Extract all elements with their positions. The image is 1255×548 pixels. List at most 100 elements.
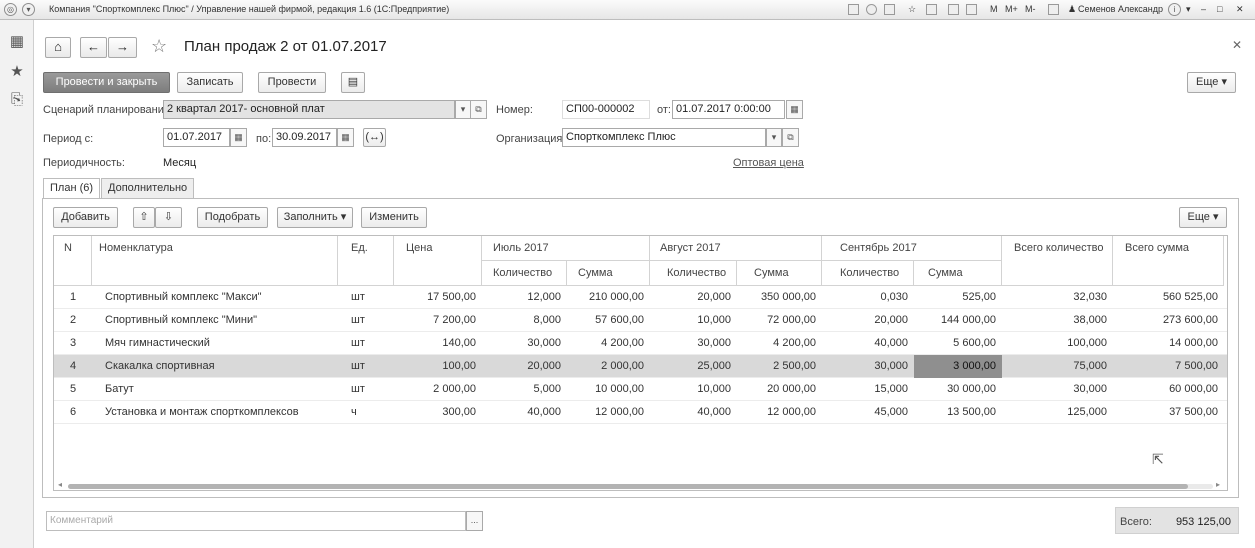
cell-sep-s[interactable]: 30 000,00 xyxy=(914,378,1002,401)
col-header-september-sum[interactable]: Сумма xyxy=(914,261,1002,286)
table-row[interactable]: 6 Установка и монтаж спорткомплексов ч 300,… xyxy=(54,401,1227,424)
cell-sep-q[interactable]: 15,000 xyxy=(822,378,914,401)
cell-jul-s[interactable]: 57 600,00 xyxy=(567,309,650,332)
cell-tot-q[interactable]: 100,000 xyxy=(1002,332,1113,355)
cell-sep-q[interactable]: 30,000 xyxy=(822,355,914,378)
col-header-august-qty[interactable]: Количество xyxy=(650,261,737,286)
save-button[interactable]: Записать xyxy=(177,72,243,93)
panel-toggle-icon[interactable] xyxy=(1048,4,1059,15)
forward-button[interactable]: → xyxy=(108,37,137,58)
cell-sep-q[interactable]: 20,000 xyxy=(822,309,914,332)
period-from-field[interactable]: 01.07.2017 xyxy=(163,128,230,147)
scenario-dropdown-button[interactable]: ▾ xyxy=(455,100,471,119)
cell-tot-q[interactable]: 32,030 xyxy=(1002,286,1113,309)
cell-aug-q[interactable]: 25,000 xyxy=(650,355,737,378)
apps-grid-icon[interactable]: ▦ xyxy=(9,34,25,50)
chevron-down-icon[interactable]: ▾ xyxy=(1186,4,1191,15)
more-button[interactable]: Еще ▾ xyxy=(1187,72,1236,93)
cell-jul-s[interactable]: 4 200,00 xyxy=(567,332,650,355)
favorites-icon[interactable]: ★ xyxy=(9,64,25,80)
tab-additional[interactable]: Дополнительно xyxy=(101,178,195,198)
table-more-button[interactable]: Еще ▾ xyxy=(1179,207,1227,228)
tab-plan[interactable]: План (6) xyxy=(43,178,101,199)
col-header-august[interactable]: Август 2017 xyxy=(650,236,822,261)
maximize-icon[interactable]: □ xyxy=(1217,4,1222,14)
organization-field[interactable]: Спорткомплекс Плюс xyxy=(562,128,766,147)
cell-tot-s[interactable]: 273 600,00 xyxy=(1113,309,1224,332)
cell-tot-s[interactable]: 14 000,00 xyxy=(1113,332,1224,355)
cell-aug-s[interactable]: 4 200,00 xyxy=(737,332,822,355)
comment-expand-button[interactable]: ... xyxy=(466,511,483,531)
favorite-star-icon[interactable]: ☆ xyxy=(151,36,167,57)
cell-tot-s[interactable]: 560 525,00 xyxy=(1113,286,1224,309)
scroll-left-icon[interactable]: ◂ xyxy=(58,480,62,489)
col-header-september[interactable]: Сентябрь 2017 xyxy=(822,236,1002,261)
comment-input[interactable]: Комментарий xyxy=(46,511,466,531)
cell-item[interactable]: Батут xyxy=(92,378,338,401)
cell-item[interactable]: Мяч гимнастический xyxy=(92,332,338,355)
scenario-field[interactable]: 2 квартал 2017- основной плат xyxy=(163,100,455,119)
cell-tot-q[interactable]: 30,000 xyxy=(1002,378,1113,401)
cell-jul-q[interactable]: 40,000 xyxy=(482,401,567,424)
scroll-right-icon[interactable]: ▸ xyxy=(1216,480,1220,489)
col-header-july[interactable]: Июль 2017 xyxy=(482,236,650,261)
memory-m-button[interactable]: M xyxy=(990,4,998,14)
col-header-july-sum[interactable]: Сумма xyxy=(567,261,650,286)
cell-sep-q[interactable]: 40,000 xyxy=(822,332,914,355)
cell-aug-s[interactable]: 350 000,00 xyxy=(737,286,822,309)
cell-jul-q[interactable]: 8,000 xyxy=(482,309,567,332)
table-row[interactable]: 4 Скакалка спортивная шт 100,00 20,000 2 000,… xyxy=(54,355,1227,378)
cell-n[interactable]: 3 xyxy=(54,332,92,355)
cell-aug-q[interactable]: 30,000 xyxy=(650,332,737,355)
cell-aug-q[interactable]: 20,000 xyxy=(650,286,737,309)
move-up-button[interactable]: ⇧ xyxy=(133,207,155,228)
change-button[interactable]: Изменить xyxy=(361,207,427,228)
scenario-open-button[interactable]: ⧉ xyxy=(470,100,487,119)
link-icon[interactable] xyxy=(884,4,895,15)
col-header-total-sum[interactable]: Всего сумма xyxy=(1113,236,1224,286)
horizontal-scrollbar[interactable]: ◂ ▸ xyxy=(58,480,1223,490)
cell-price[interactable]: 17 500,00 xyxy=(394,286,482,309)
cell-aug-s[interactable]: 12 000,00 xyxy=(737,401,822,424)
window-close-icon[interactable]: ✕ xyxy=(1236,4,1244,15)
cell-unit[interactable]: ч xyxy=(338,401,394,424)
col-header-total-qty[interactable]: Всего количество xyxy=(1002,236,1113,286)
post-and-close-button[interactable]: Провести и закрыть xyxy=(43,72,170,93)
cell-item[interactable]: Скакалка спортивная xyxy=(92,355,338,378)
col-header-price[interactable]: Цена xyxy=(394,236,482,286)
cell-n[interactable]: 6 xyxy=(54,401,92,424)
period-to-calendar-button[interactable]: ▦ xyxy=(337,128,354,147)
cell-tot-s[interactable]: 7 500,00 xyxy=(1113,355,1224,378)
cell-jul-q[interactable]: 30,000 xyxy=(482,332,567,355)
number-field[interactable]: СП00-000002 xyxy=(562,100,650,119)
cell-jul-q[interactable]: 12,000 xyxy=(482,286,567,309)
table-row[interactable]: 1 Спортивный комплекс "Макси" шт 17 500,00 1… xyxy=(54,286,1227,309)
cell-tot-q[interactable]: 125,000 xyxy=(1002,401,1113,424)
cell-aug-q[interactable]: 10,000 xyxy=(650,309,737,332)
cell-sep-q[interactable]: 45,000 xyxy=(822,401,914,424)
fill-button[interactable]: Заполнить ▾ xyxy=(277,207,353,228)
table-row[interactable]: 3 Мяч гимнастический шт 140,00 30,000 4 200,0… xyxy=(54,332,1227,355)
col-header-september-qty[interactable]: Количество xyxy=(822,261,914,286)
cell-n[interactable]: 5 xyxy=(54,378,92,401)
cell-item[interactable]: Установка и монтаж спорткомплексов xyxy=(92,401,338,424)
cell-sep-q[interactable]: 0,030 xyxy=(822,286,914,309)
history-icon[interactable] xyxy=(866,4,877,15)
cell-price[interactable]: 2 000,00 xyxy=(394,378,482,401)
cell-aug-s[interactable]: 2 500,00 xyxy=(737,355,822,378)
period-choose-button[interactable]: (↔) xyxy=(363,128,386,147)
cell-sep-s[interactable]: 144 000,00 xyxy=(914,309,1002,332)
print-icon[interactable] xyxy=(948,4,959,15)
cell-jul-s[interactable]: 10 000,00 xyxy=(567,378,650,401)
plan-table[interactable]: N Номенклатура Ед. Цена Июль 2017 Август… xyxy=(53,235,1228,491)
cell-aug-s[interactable]: 20 000,00 xyxy=(737,378,822,401)
post-button[interactable]: Провести xyxy=(258,72,326,93)
favorites-star-icon[interactable]: ☆ xyxy=(908,4,916,15)
col-header-unit[interactable]: Ед. xyxy=(338,236,394,286)
minimize-icon[interactable]: – xyxy=(1201,4,1206,14)
back-button[interactable]: ← xyxy=(80,37,107,58)
wholesale-price-link[interactable]: Оптовая цена xyxy=(733,157,804,169)
close-form-icon[interactable]: ✕ xyxy=(1232,38,1242,52)
date-calendar-button[interactable]: ▦ xyxy=(786,100,803,119)
cell-jul-s[interactable]: 2 000,00 xyxy=(567,355,650,378)
